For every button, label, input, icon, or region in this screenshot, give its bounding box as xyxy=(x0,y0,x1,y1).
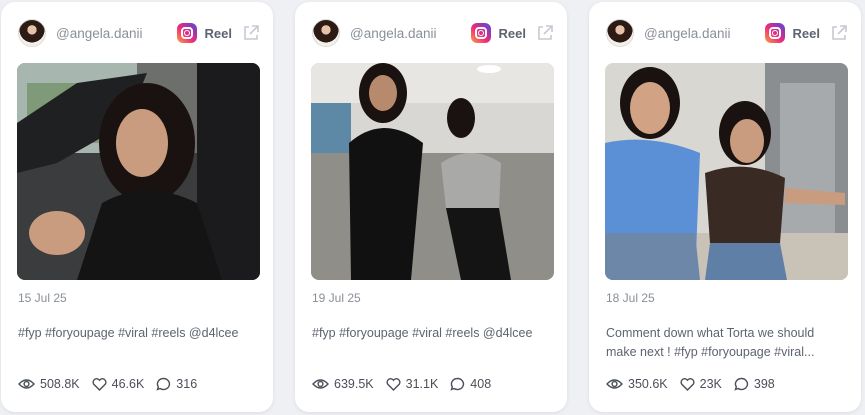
heart-icon xyxy=(386,377,401,391)
post-date: 15 Jul 25 xyxy=(18,291,67,305)
post-card[interactable]: @angela.danii Reel 18 Jul 25 Comment dow… xyxy=(589,2,861,412)
avatar[interactable] xyxy=(606,19,634,47)
comment-icon xyxy=(734,377,749,391)
post-date: 19 Jul 25 xyxy=(312,291,361,305)
account-handle[interactable]: @angela.danii xyxy=(644,26,765,41)
post-card[interactable]: @angela.danii Reel 15 Jul 25 #fyp #foryo… xyxy=(1,2,273,412)
avatar[interactable] xyxy=(312,19,340,47)
external-link-icon[interactable] xyxy=(830,24,848,42)
likes-count: 23K xyxy=(699,377,722,391)
post-caption: Comment down what Torta we should make n… xyxy=(606,326,815,359)
account-handle[interactable]: @angela.danii xyxy=(350,26,471,41)
comments-count: 408 xyxy=(470,377,492,391)
instagram-icon xyxy=(470,23,491,43)
views-stat: 350.6K xyxy=(606,377,668,391)
post-date: 18 Jul 25 xyxy=(606,291,655,305)
eye-icon xyxy=(312,379,329,389)
post-caption: #fyp #foryoupage #viral #reels @d4lcee xyxy=(312,326,533,340)
account-handle[interactable]: @angela.danii xyxy=(56,26,177,41)
post-card[interactable]: @angela.danii Reel 19 Jul 25 #fyp #foryo… xyxy=(295,2,567,412)
video-thumbnail[interactable] xyxy=(17,63,260,280)
post-type-label: Reel xyxy=(792,25,820,41)
post-caption: #fyp #foryoupage #viral #reels @d4lcee xyxy=(18,326,239,340)
heart-icon xyxy=(92,377,107,391)
comments-count: 398 xyxy=(753,377,775,391)
views-stat: 639.5K xyxy=(312,377,374,391)
views-count: 350.6K xyxy=(628,377,668,391)
comments-stat: 398 xyxy=(734,377,775,391)
eye-icon xyxy=(18,379,35,389)
comment-icon xyxy=(156,377,171,391)
post-type-label: Reel xyxy=(498,25,526,41)
external-link-icon[interactable] xyxy=(536,24,554,42)
likes-count: 31.1K xyxy=(405,377,439,391)
instagram-icon xyxy=(176,23,197,43)
likes-count: 46.6K xyxy=(111,377,145,391)
comments-count: 316 xyxy=(176,377,198,391)
heart-icon xyxy=(680,377,695,391)
card-header: @angela.danii Reel xyxy=(606,18,848,48)
likes-stat: 31.1K xyxy=(386,377,439,391)
video-thumbnail[interactable] xyxy=(311,63,554,280)
video-thumbnail[interactable] xyxy=(605,63,848,280)
eye-icon xyxy=(606,379,623,389)
avatar[interactable] xyxy=(18,19,46,47)
comment-icon xyxy=(450,377,465,391)
external-link-icon[interactable] xyxy=(242,24,260,42)
post-type-label: Reel xyxy=(204,25,232,41)
views-stat: 508.8K xyxy=(18,377,80,391)
comments-stat: 316 xyxy=(156,377,197,391)
card-header: @angela.danii Reel xyxy=(18,18,260,48)
likes-stat: 23K xyxy=(680,377,722,391)
post-stats: 639.5K 31.1K 408 xyxy=(312,377,503,391)
comments-stat: 408 xyxy=(450,377,491,391)
likes-stat: 46.6K xyxy=(92,377,145,391)
instagram-icon xyxy=(764,23,785,43)
post-stats: 508.8K 46.6K 316 xyxy=(18,377,209,391)
views-count: 508.8K xyxy=(40,377,80,391)
card-header: @angela.danii Reel xyxy=(312,18,554,48)
views-count: 639.5K xyxy=(334,377,374,391)
post-stats: 350.6K 23K 398 xyxy=(606,377,787,391)
